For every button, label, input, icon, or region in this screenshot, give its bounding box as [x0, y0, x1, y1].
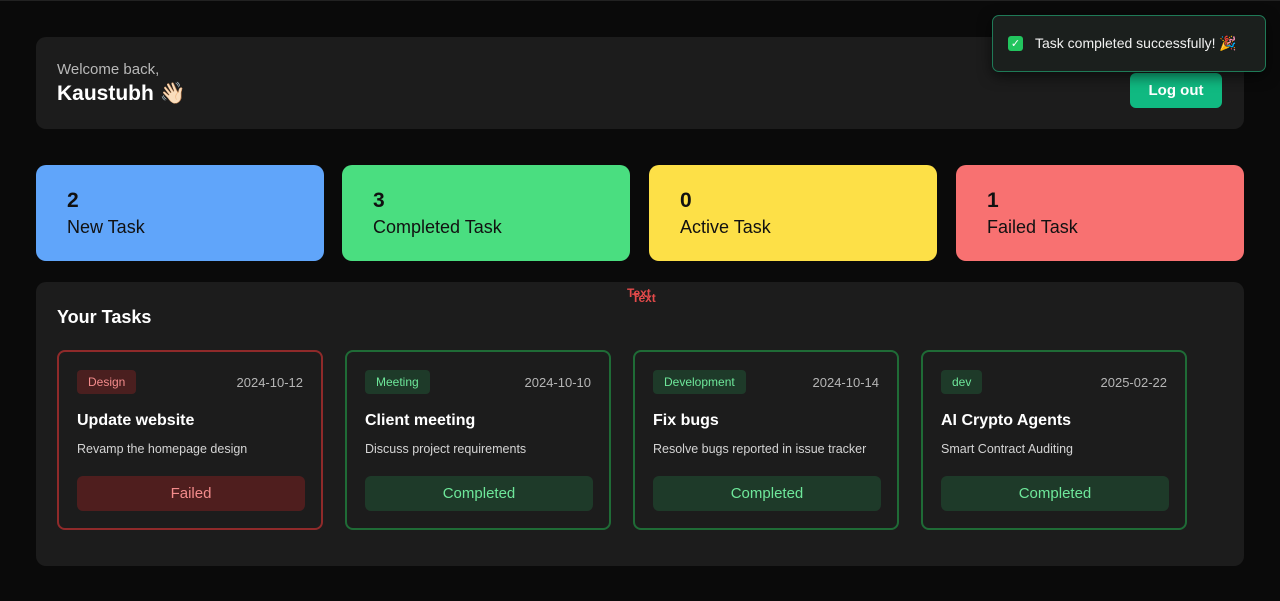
stat-card-failed: 1 Failed Task — [956, 165, 1244, 261]
stat-count: 3 — [373, 189, 385, 212]
task-tag: Design — [77, 370, 137, 394]
stat-count: 2 — [67, 189, 79, 212]
stat-card-new: 2 New Task — [36, 165, 324, 261]
task-description: Resolve bugs reported in issue tracker — [653, 442, 867, 456]
task-date: 2024-10-14 — [812, 375, 880, 390]
task-description: Smart Contract Auditing — [941, 442, 1074, 456]
task-date: 2025-02-22 — [1100, 375, 1168, 390]
task-tag: dev — [941, 370, 983, 394]
success-toast[interactable]: ✓ Task completed successfully! 🎉 — [992, 15, 1266, 72]
tasks-panel: Your Tasks Text Text Design 2024-10-12 U… — [36, 282, 1244, 566]
dashboard: Welcome back, Kaustubh 👋🏻 Log out 2 New … — [0, 0, 1280, 601]
failed-status-button[interactable]: Failed — [77, 476, 305, 511]
stray-text: Text — [632, 291, 656, 305]
stat-card-active: 0 Active Task — [649, 165, 937, 261]
completed-status-button[interactable]: Completed — [653, 476, 881, 511]
stat-count: 0 — [680, 189, 692, 212]
task-date: 2024-10-10 — [524, 375, 592, 390]
user-name: Kaustubh 👋🏻 — [57, 82, 186, 105]
stat-label: New Task — [67, 217, 145, 237]
task-card-update-website: Design 2024-10-12 Update website Revamp … — [57, 350, 323, 530]
toast-message: Task completed successfully! 🎉 — [1035, 35, 1237, 51]
stat-count: 1 — [987, 189, 999, 212]
welcome-text: Welcome back, — [57, 61, 160, 78]
task-title: Client meeting — [365, 412, 476, 429]
completed-status-button[interactable]: Completed — [365, 476, 593, 511]
task-date: 2024-10-12 — [236, 375, 304, 390]
stat-label: Active Task — [680, 217, 771, 237]
task-card-fix-bugs: Development 2024-10-14 Fix bugs Resolve … — [633, 350, 899, 530]
stat-label: Failed Task — [987, 217, 1078, 237]
check-icon: ✓ — [1008, 36, 1023, 51]
task-card-ai-crypto-agents: dev 2025-02-22 AI Crypto Agents Smart Co… — [921, 350, 1187, 530]
tasks-heading: Your Tasks — [57, 307, 152, 327]
task-description: Discuss project requirements — [365, 442, 527, 456]
task-title: Update website — [77, 412, 195, 429]
task-description: Revamp the homepage design — [77, 442, 248, 456]
task-tag: Development — [653, 370, 746, 394]
task-title: AI Crypto Agents — [941, 412, 1072, 429]
task-title: Fix bugs — [653, 412, 719, 429]
task-tag: Meeting — [365, 370, 430, 394]
logout-button[interactable]: Log out — [1130, 73, 1222, 108]
task-card-client-meeting: Meeting 2024-10-10 Client meeting Discus… — [345, 350, 611, 530]
completed-status-button[interactable]: Completed — [941, 476, 1169, 511]
stat-card-completed: 3 Completed Task — [342, 165, 630, 261]
stat-label: Completed Task — [373, 217, 502, 237]
